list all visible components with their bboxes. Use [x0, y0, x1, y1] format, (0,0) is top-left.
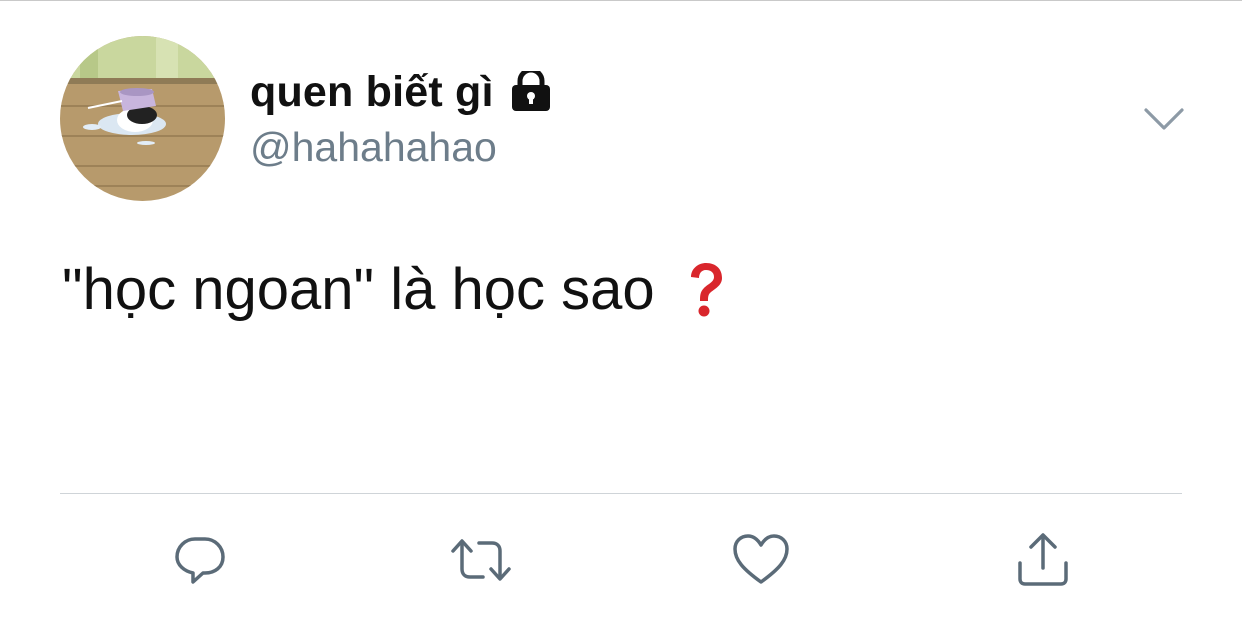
like-button[interactable] [729, 528, 793, 592]
tweet-body: "học ngoan" là học sao [62, 256, 725, 323]
heart-icon [733, 534, 789, 584]
avatar-image [60, 36, 225, 201]
chevron-down-icon[interactable] [1142, 102, 1186, 136]
share-button[interactable] [1011, 528, 1075, 592]
user-name-row[interactable]: quen biết gì [250, 64, 554, 120]
lock-icon [508, 67, 554, 113]
tweet-card: quen biết gì @hahahahao "học ngoan" là h… [0, 0, 1242, 623]
top-border [0, 0, 1242, 1]
reply-button[interactable] [168, 528, 232, 592]
retweet-icon [451, 539, 511, 581]
share-upload-icon [1018, 533, 1068, 586]
tweet-text: "học ngoan" là học sao [62, 257, 655, 322]
retweet-button[interactable] [449, 528, 513, 592]
user-handle[interactable]: @hahahahao [250, 124, 497, 171]
reply-bubble-icon [175, 537, 225, 584]
divider [60, 493, 1182, 494]
avatar[interactable] [60, 36, 225, 201]
display-name[interactable]: quen biết gì [250, 68, 494, 117]
red-question-mark-icon [685, 262, 725, 318]
